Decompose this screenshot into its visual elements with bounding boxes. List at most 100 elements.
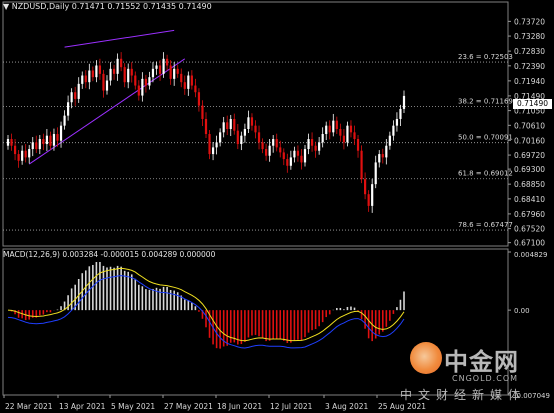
candle-body: [226, 122, 229, 129]
dropdown-triangle-icon[interactable]: ▼: [3, 2, 9, 11]
candle-body: [24, 150, 27, 158]
chart-window: 23.6 = 0.72503 38.2 = 0.71169 50.0 = 0.700…: [0, 0, 554, 413]
candle-body: [151, 68, 155, 78]
candle-body: [307, 139, 310, 150]
candle-body: [346, 125, 349, 143]
candle-body: [109, 68, 112, 81]
candle-body: [166, 58, 169, 66]
candle-body: [303, 149, 307, 163]
candle-body: [148, 77, 151, 86]
candle-body: [183, 82, 186, 89]
candle-body: [17, 154, 20, 161]
candle-body: [342, 135, 345, 143]
candle-body: [300, 155, 303, 163]
candle-body: [91, 70, 94, 78]
candle-body: [70, 92, 73, 103]
candle-body: [286, 159, 289, 166]
candle-body: [173, 68, 176, 79]
candle-body: [112, 68, 116, 74]
candle-body: [31, 142, 34, 150]
ohlc-values: 0.71471 0.71552 0.71435 0.71490: [71, 2, 212, 11]
price-tick-label: 0.70610: [514, 121, 545, 130]
candle-body: [98, 65, 102, 74]
time-tick-label: 18 Jun 2021: [217, 402, 262, 411]
candle-body: [388, 135, 391, 146]
candle-body: [63, 115, 66, 126]
price-axis-labels: 0.737200.732800.728300.723900.719400.714…: [508, 17, 545, 248]
candle-body: [332, 120, 335, 133]
candle-body: [84, 75, 87, 83]
current-price-tag: 0.71490: [513, 99, 552, 109]
candle-body: [310, 139, 314, 146]
candle-body: [314, 145, 317, 151]
candle-body: [144, 78, 147, 86]
candle-body: [56, 134, 59, 141]
candle-body: [120, 58, 123, 68]
candle-body: [187, 75, 190, 89]
lower-trendline: [28, 58, 186, 165]
price-tick-label: 0.71940: [514, 77, 545, 86]
time-tick-label: 5 May 2021: [111, 402, 155, 411]
fib-level-label: 61.8 = 0.69012: [458, 170, 513, 178]
candle-body: [59, 125, 63, 141]
price-tick-label: 0.67520: [514, 225, 545, 234]
candle-body: [130, 68, 133, 76]
candle-body: [279, 147, 282, 153]
time-tick-label: 27 May 2021: [164, 402, 213, 411]
candle-body: [250, 117, 254, 126]
price-tick-label: 0.68850: [514, 180, 545, 189]
candle-body: [254, 125, 257, 133]
candle-body: [257, 132, 261, 143]
upper-trendline: [64, 29, 175, 48]
candle-body: [208, 134, 211, 155]
price-tick-label: 0.69300: [514, 165, 545, 174]
candle-body: [339, 129, 342, 136]
price-tick-label: 0.72830: [514, 47, 545, 56]
candle-body: [38, 139, 41, 150]
candle-body: [35, 142, 38, 150]
candle-body: [364, 179, 367, 195]
candle-body: [325, 125, 328, 135]
candle-body: [67, 102, 70, 116]
candle-body: [6, 139, 10, 146]
price-tick-label: 0.73720: [514, 17, 545, 26]
candle-body: [194, 85, 197, 93]
fibonacci-levels: 23.6 = 0.72503 38.2 = 0.71169 50.0 = 0.700…: [3, 53, 513, 231]
candle-body: [169, 65, 172, 79]
candle-body: [293, 150, 296, 158]
candle-body: [197, 92, 201, 106]
candle-body: [268, 145, 271, 156]
candle-body: [353, 132, 356, 140]
symbol-header: ▼ NZDUSD,Daily 0.71471 0.71552 0.71435 0…: [3, 2, 212, 11]
time-tick-label: 3 Aug 2021: [325, 402, 368, 411]
candle-body: [137, 85, 140, 96]
candle-body: [74, 92, 77, 99]
candle-body: [204, 118, 208, 135]
candle-body: [190, 75, 193, 86]
candle-body: [233, 118, 236, 131]
cngold-logo-icon: [410, 342, 442, 374]
chart-frame: [2, 1, 509, 396]
candle-body: [395, 118, 399, 126]
candle-body: [141, 78, 144, 96]
candle-body: [95, 65, 98, 78]
macd-tick-label: 0.00: [514, 307, 530, 315]
symbol-label: NZDUSD,Daily: [11, 2, 70, 11]
candle-body: [134, 75, 137, 86]
macd-tick-label: 0.004829: [514, 251, 547, 259]
candle-body: [102, 73, 105, 91]
candle-body: [176, 68, 179, 74]
candle-body: [162, 58, 165, 74]
fib-level-label: 78.6 = 0.67477: [458, 221, 513, 229]
time-tick-label: 22 Mar 2021: [5, 402, 53, 411]
candle-body: [88, 70, 91, 83]
candle-body: [367, 194, 370, 206]
candle-body: [158, 65, 162, 74]
candle-body: [77, 83, 80, 99]
candle-body: [272, 139, 275, 146]
candle-body: [201, 105, 204, 119]
candle-body: [13, 145, 17, 155]
candle-body: [116, 58, 119, 74]
trendlines: [28, 29, 186, 165]
candle-body: [236, 130, 239, 145]
